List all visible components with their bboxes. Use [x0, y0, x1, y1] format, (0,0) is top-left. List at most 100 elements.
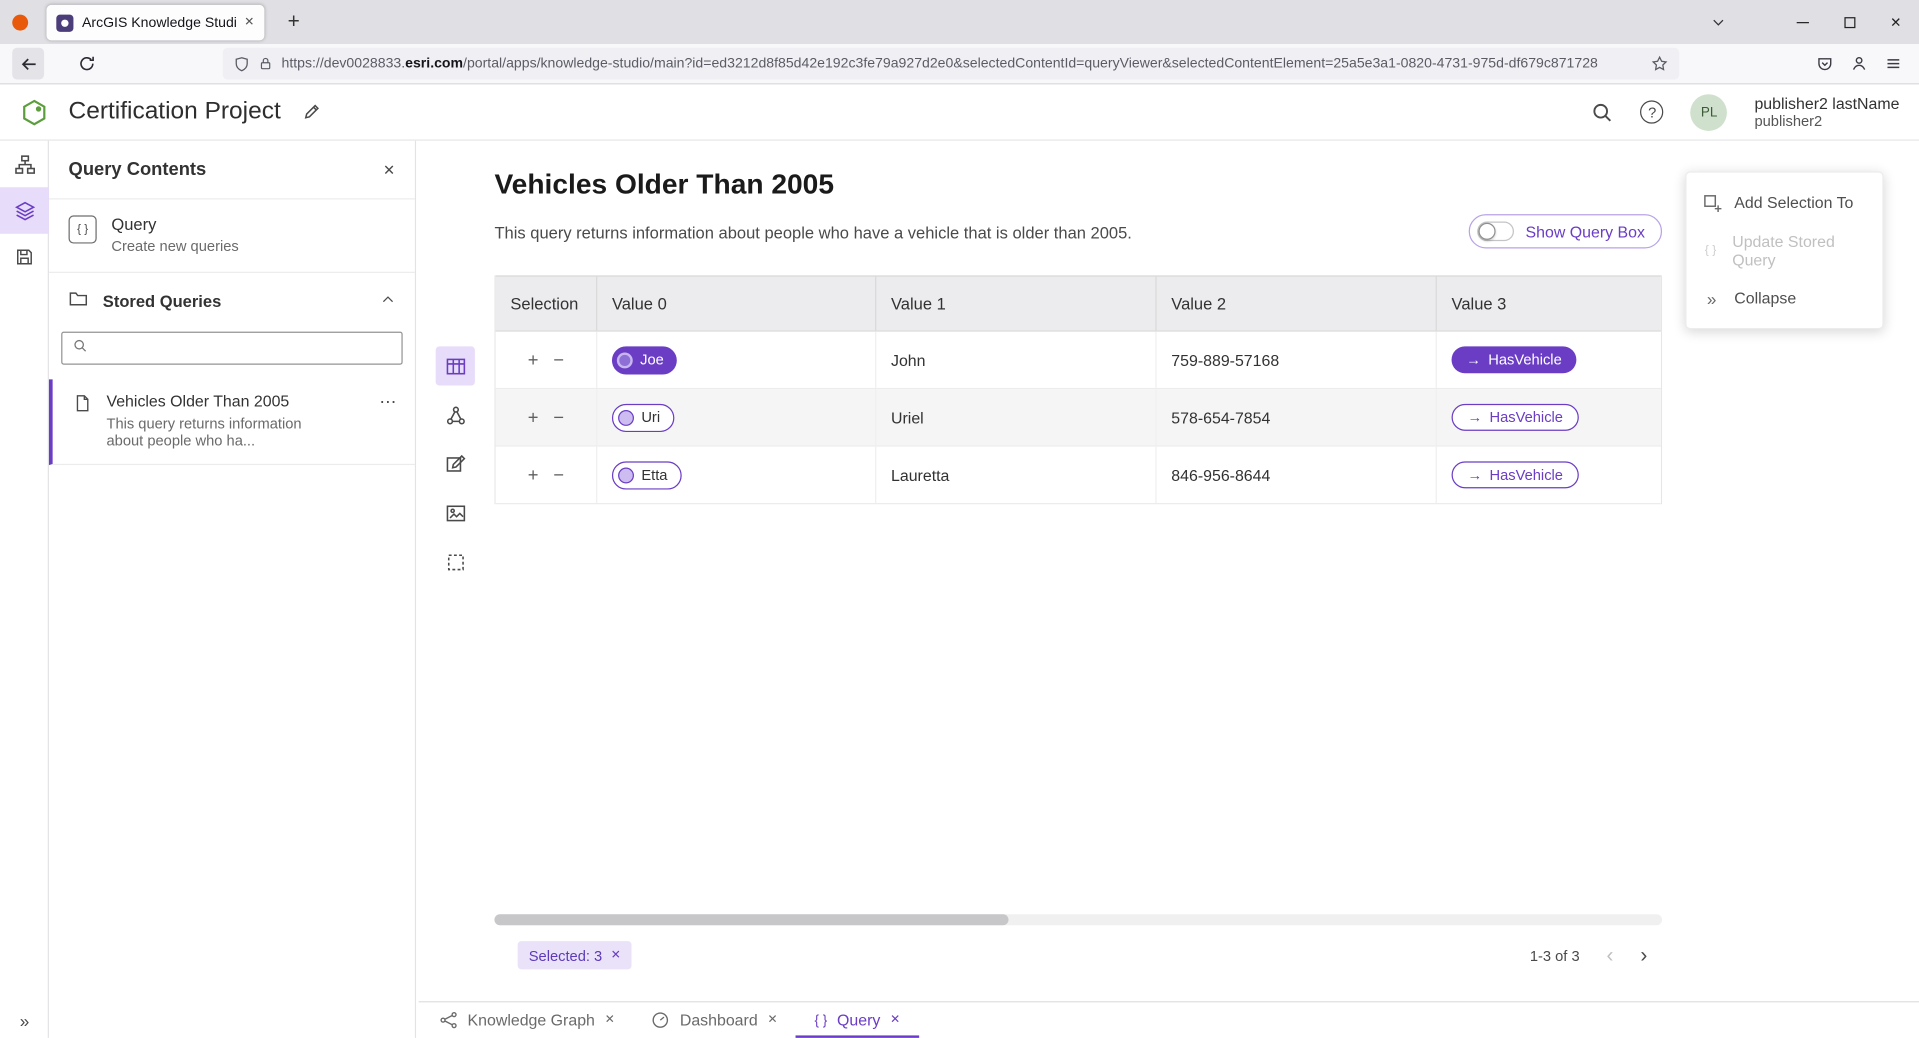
- braces-icon: { }: [814, 1013, 827, 1028]
- arrow-right-icon: →: [1466, 351, 1481, 368]
- entity-cell: Uri: [597, 389, 876, 445]
- column-header[interactable]: Value 1: [876, 277, 1156, 331]
- data-model-icon[interactable]: [0, 141, 49, 188]
- tab-close-icon[interactable]: ✕: [244, 16, 254, 29]
- selected-count-label: Selected: 3: [529, 947, 602, 964]
- account-icon[interactable]: [1851, 55, 1868, 72]
- menu-item-add-selection-to[interactable]: Add Selection To: [1687, 179, 1883, 227]
- show-query-box-toggle[interactable]: Show Query Box: [1469, 214, 1662, 248]
- close-tab-icon[interactable]: ✕: [605, 1013, 615, 1026]
- pocket-icon[interactable]: [1816, 55, 1833, 72]
- pagination-label: 1-3 of 3: [1530, 947, 1580, 964]
- column-header[interactable]: Value 3: [1437, 277, 1661, 331]
- add-to-selection-button[interactable]: +: [528, 408, 539, 426]
- url-text[interactable]: https://dev0028833.esri.com/portal/apps/…: [281, 56, 1642, 71]
- layers-icon[interactable]: [0, 187, 49, 234]
- expand-rail-icon[interactable]: »: [0, 1011, 49, 1031]
- profile-avatar-icon[interactable]: [12, 15, 28, 31]
- tab-label: Dashboard: [680, 1011, 758, 1029]
- search-icon: [72, 337, 88, 359]
- relationship-cell: → HasVehicle: [1437, 389, 1661, 445]
- url-path: /portal/apps/knowledge-studio/main?id=ed…: [463, 56, 1598, 71]
- maximize-button[interactable]: [1826, 0, 1873, 44]
- view-toolbar: [436, 346, 475, 581]
- minimize-button[interactable]: [1780, 0, 1827, 44]
- menu-item-collapse[interactable]: » Collapse: [1687, 274, 1883, 322]
- item-options-icon[interactable]: ⋯: [379, 392, 397, 450]
- list-tabs-icon[interactable]: [1711, 13, 1726, 35]
- relationship-pill[interactable]: → HasVehicle: [1452, 346, 1577, 373]
- tracking-shield-icon[interactable]: [234, 56, 250, 72]
- browser-tab[interactable]: ArcGIS Knowledge Studio ✕: [47, 5, 265, 40]
- close-tab-icon[interactable]: ✕: [890, 1013, 900, 1026]
- table-row[interactable]: + − Etta Lauretta 846-956-8644 →: [496, 447, 1661, 505]
- remove-from-selection-button[interactable]: −: [553, 466, 564, 484]
- selection-tool-icon[interactable]: [436, 542, 475, 581]
- edit-map-icon[interactable]: [436, 444, 475, 483]
- remove-from-selection-button[interactable]: −: [553, 408, 564, 426]
- search-input[interactable]: [95, 340, 391, 357]
- user-info[interactable]: publisher2 lastName publisher2: [1754, 94, 1899, 131]
- clear-selection-icon[interactable]: ✕: [611, 949, 621, 962]
- back-button[interactable]: [12, 48, 44, 80]
- tab-query[interactable]: { } Query ✕: [796, 1002, 919, 1037]
- browser-tabstrip: ArcGIS Knowledge Studio ✕ + ✕: [0, 0, 1919, 44]
- previous-page-icon[interactable]: ‹: [1607, 943, 1614, 967]
- edit-title-icon[interactable]: [303, 103, 321, 121]
- url-bar[interactable]: https://dev0028833.esri.com/portal/apps/…: [223, 48, 1679, 80]
- tab-knowledge-graph[interactable]: Knowledge Graph ✕: [421, 1002, 633, 1037]
- arcgis-knowledge-logo[interactable]: [20, 97, 49, 126]
- panel-close-icon[interactable]: ✕: [383, 161, 395, 178]
- entity-cell: Joe: [597, 332, 876, 388]
- save-icon[interactable]: [0, 234, 49, 281]
- menu-icon[interactable]: [1885, 55, 1902, 72]
- workspace: » Query Contents ✕ { } Query Create new …: [0, 141, 1919, 1038]
- column-header[interactable]: Value 0: [597, 277, 876, 331]
- column-header[interactable]: Selection: [496, 277, 598, 331]
- entity-pill[interactable]: Joe: [612, 346, 677, 374]
- table-row[interactable]: + − Uri Uriel 578-654-7854 →: [496, 389, 1661, 447]
- relationship-label: HasVehicle: [1489, 466, 1562, 483]
- chevron-up-icon[interactable]: [381, 291, 396, 313]
- relationship-label: HasVehicle: [1489, 409, 1562, 426]
- entity-pill[interactable]: Etta: [612, 461, 682, 489]
- new-query-item[interactable]: { } Query Create new queries: [49, 199, 415, 272]
- search-icon[interactable]: [1592, 101, 1614, 123]
- user-avatar[interactable]: PL: [1691, 94, 1728, 131]
- stored-queries-search[interactable]: [61, 332, 402, 365]
- stored-queries-header[interactable]: Stored Queries: [49, 273, 415, 327]
- relationship-pill[interactable]: → HasVehicle: [1452, 461, 1579, 488]
- reload-button[interactable]: [71, 48, 103, 80]
- close-tab-icon[interactable]: ✕: [767, 1013, 777, 1026]
- horizontal-scrollbar[interactable]: [494, 914, 1662, 925]
- toggle-knob: [1479, 223, 1496, 240]
- table-view-icon[interactable]: [436, 346, 475, 385]
- column-header[interactable]: Value 2: [1157, 277, 1437, 331]
- selected-count-chip[interactable]: Selected: 3 ✕: [518, 941, 632, 969]
- add-to-selection-button[interactable]: +: [528, 351, 539, 369]
- relationship-pill[interactable]: → HasVehicle: [1452, 404, 1579, 431]
- stored-query-item[interactable]: Vehicles Older Than 2005 This query retu…: [49, 379, 415, 465]
- close-button[interactable]: ✕: [1873, 0, 1919, 44]
- page-title: Vehicles Older Than 2005: [494, 168, 834, 201]
- add-to-selection-button[interactable]: +: [528, 466, 539, 484]
- braces-icon: { }: [69, 215, 97, 243]
- help-icon[interactable]: ?: [1641, 100, 1664, 123]
- menu-item-update-stored-query[interactable]: { } Update Stored Query: [1687, 226, 1883, 274]
- url-scheme: https://dev0028833.: [281, 56, 405, 71]
- navbar-actions: [1816, 55, 1907, 72]
- new-tab-button[interactable]: +: [279, 7, 308, 36]
- link-chart-icon[interactable]: [436, 395, 475, 434]
- bookmark-star-icon[interactable]: [1651, 55, 1668, 72]
- entity-pill[interactable]: Uri: [612, 403, 675, 431]
- remove-from-selection-button[interactable]: −: [553, 351, 564, 369]
- toggle-switch[interactable]: [1478, 222, 1515, 242]
- new-query-text: Query Create new queries: [111, 215, 238, 254]
- tab-dashboard[interactable]: Dashboard ✕: [633, 1002, 796, 1037]
- image-view-icon[interactable]: [436, 493, 475, 532]
- entity-label: Uri: [641, 409, 660, 426]
- scrollbar-thumb[interactable]: [494, 914, 1008, 925]
- next-page-icon[interactable]: ›: [1640, 943, 1647, 967]
- lock-icon[interactable]: [258, 56, 273, 71]
- table-row[interactable]: + − Joe John 759-889-57168 →: [496, 332, 1661, 390]
